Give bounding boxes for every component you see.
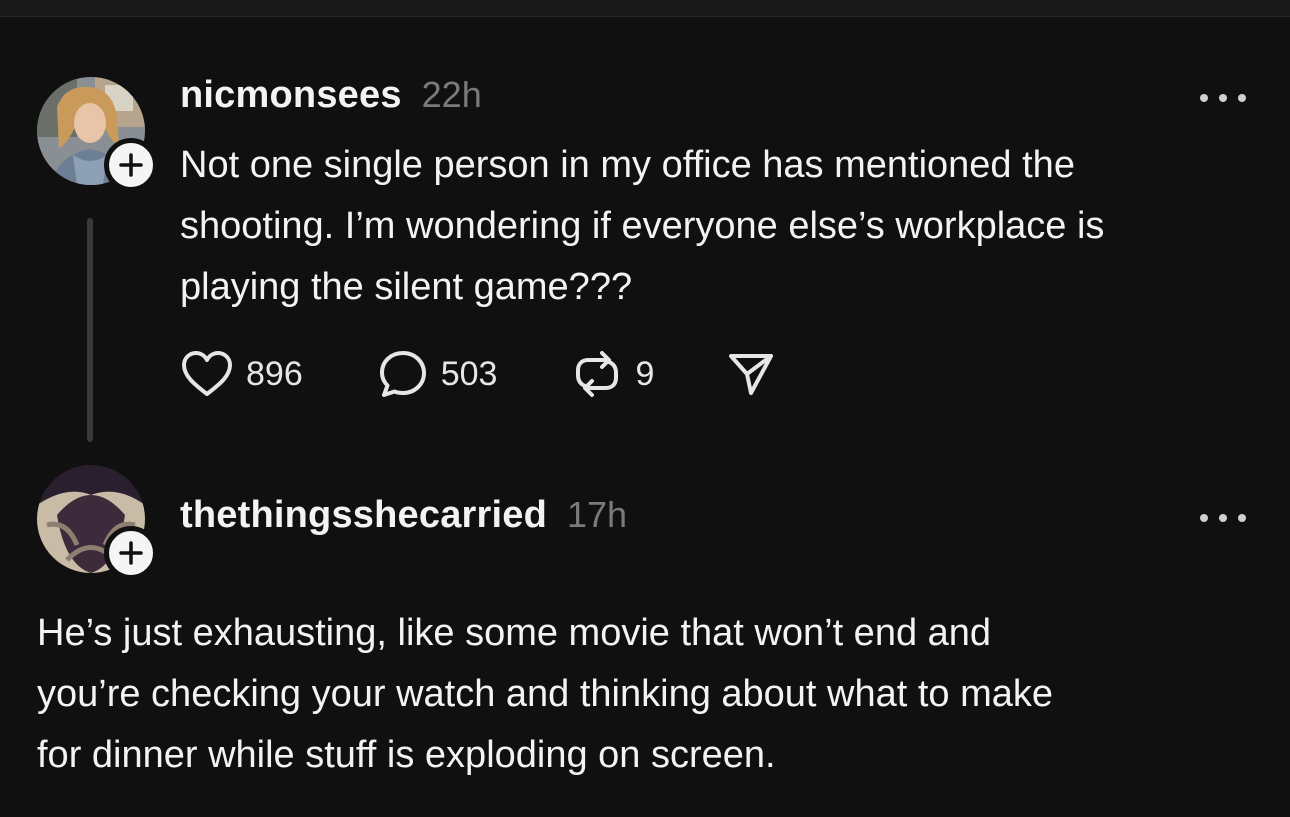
reply-count: 503	[440, 354, 498, 393]
more-options-button[interactable]	[1200, 508, 1246, 528]
repost-count: 9	[635, 354, 655, 393]
top-bar	[0, 0, 1290, 17]
follow-button[interactable]	[104, 138, 158, 192]
like-count: 896	[246, 354, 303, 393]
thread-connector-line	[87, 218, 93, 442]
post-text: Not one single person in my office has m…	[180, 144, 1105, 308]
post-timestamp: 17h	[567, 494, 628, 535]
more-dot	[1219, 94, 1227, 102]
heart-icon	[182, 351, 232, 396]
post-header: thethingsshecarried 17h	[180, 494, 627, 537]
reply-button[interactable]: 503	[377, 348, 498, 400]
follow-button[interactable]	[104, 526, 158, 580]
repost-button[interactable]: 9	[571, 348, 654, 400]
repost-icon	[576, 351, 619, 397]
share-button[interactable]	[726, 349, 776, 399]
comment-bubble-icon	[379, 351, 426, 397]
plus-icon	[119, 541, 143, 565]
post-header: nicmonsees 22h	[180, 74, 482, 117]
username[interactable]: thethingsshecarried	[180, 494, 547, 537]
like-button[interactable]: 896	[180, 349, 303, 399]
send-icon	[729, 354, 774, 395]
more-horizontal-icon	[1200, 514, 1208, 522]
post-timestamp: 22h	[421, 74, 482, 115]
more-horizontal-icon	[1200, 94, 1208, 102]
more-dot	[1238, 94, 1246, 102]
more-options-button[interactable]	[1200, 88, 1246, 108]
plus-icon	[119, 153, 143, 177]
post-text: He’s just exhausting, like some movie th…	[37, 612, 1054, 776]
username[interactable]: nicmonsees	[180, 74, 402, 117]
more-dot	[1219, 514, 1227, 522]
post-actions: 896 503 9	[180, 346, 776, 402]
more-dot	[1238, 514, 1246, 522]
